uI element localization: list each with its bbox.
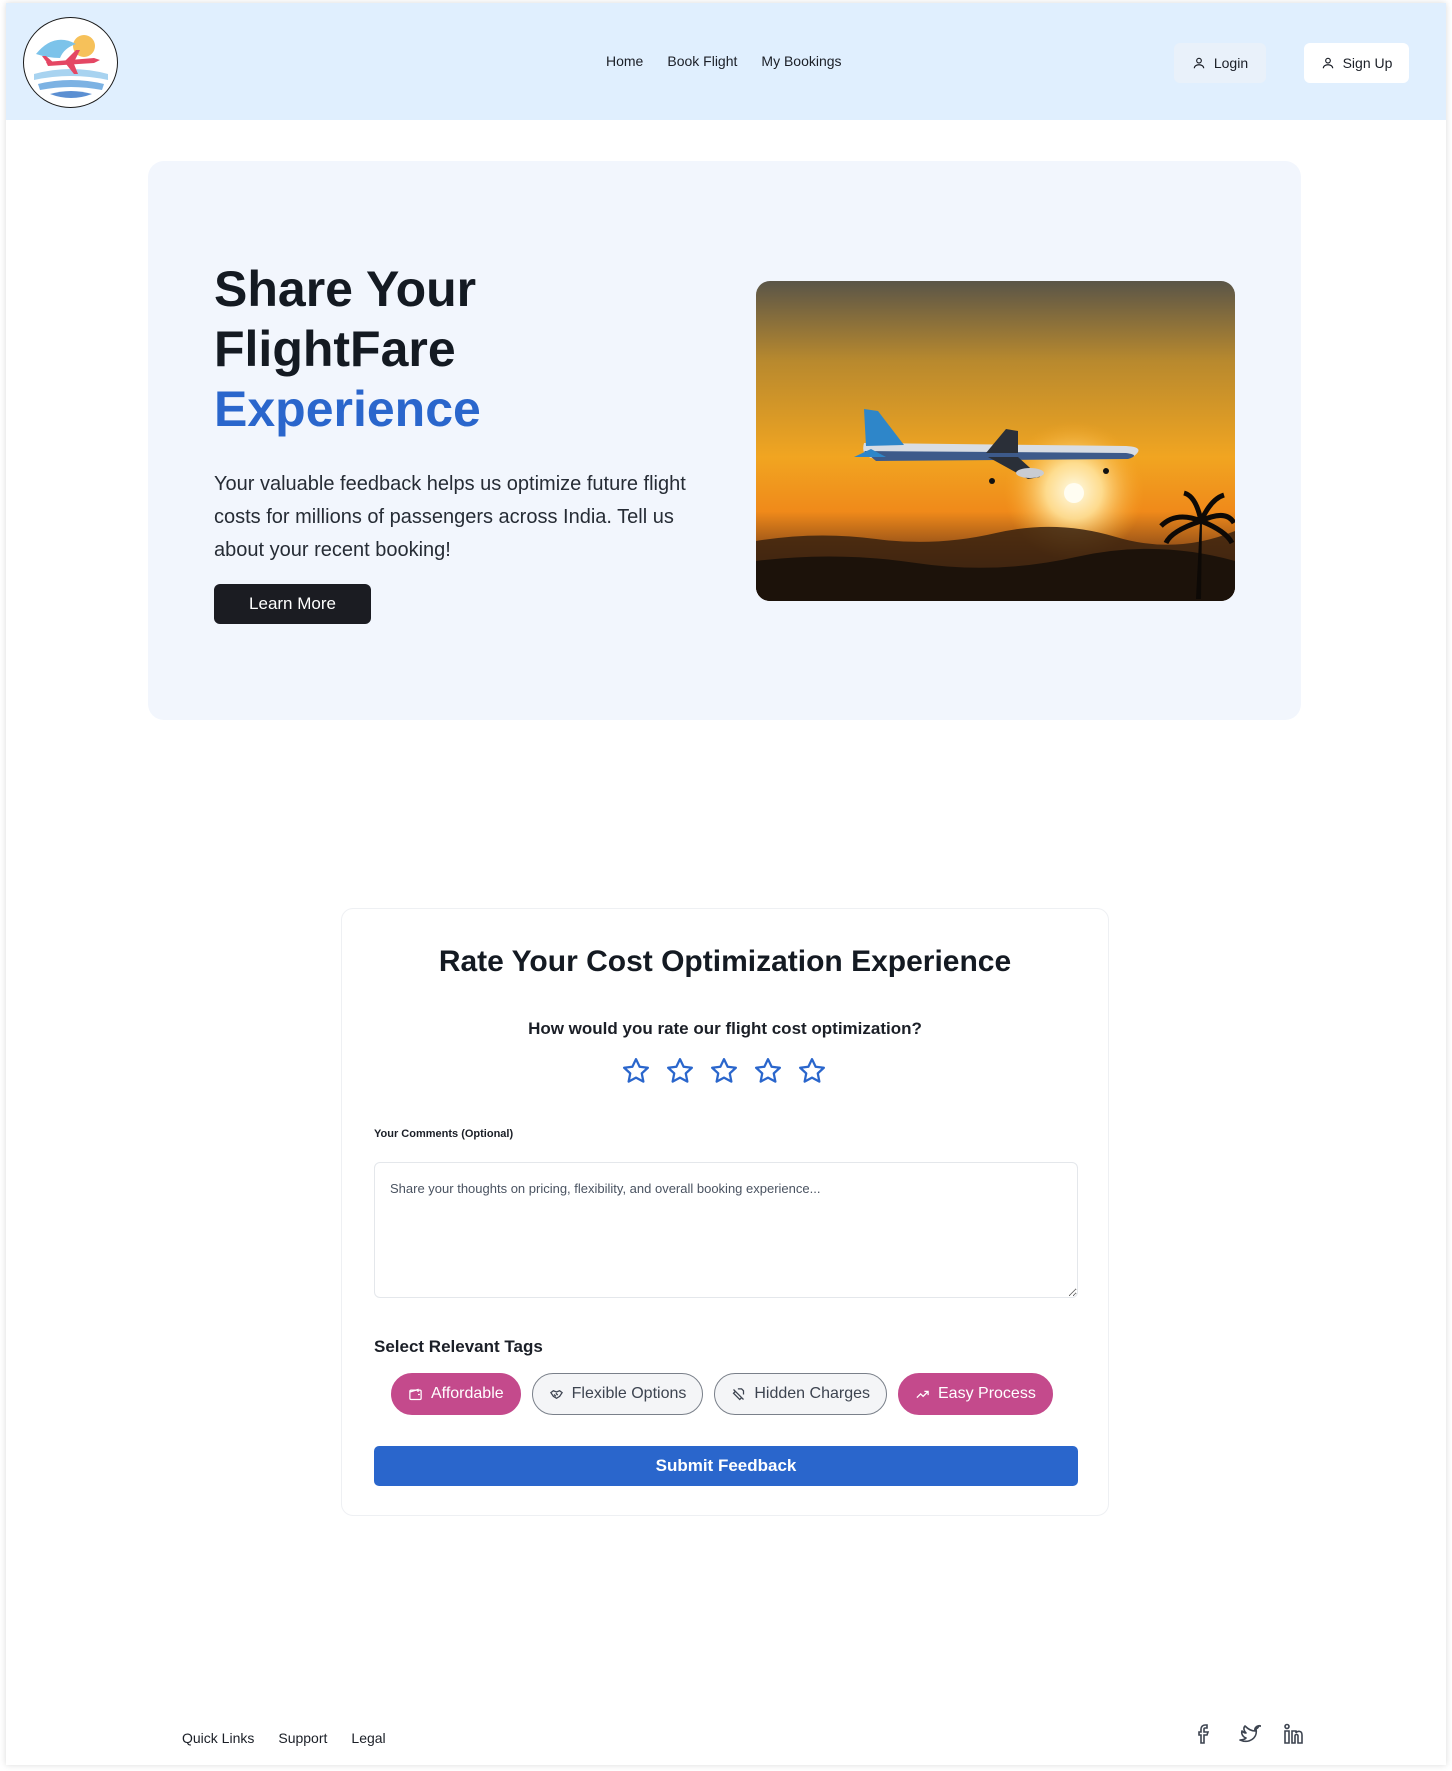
nav-book-flight[interactable]: Book Flight <box>667 53 737 69</box>
header: Home Book Flight My Bookings Login Sign … <box>6 3 1446 120</box>
footer-legal[interactable]: Legal <box>351 1730 385 1746</box>
trending-up-icon <box>916 1390 929 1398</box>
tag-label: Hidden Charges <box>754 1385 870 1402</box>
facebook-icon[interactable] <box>1193 1722 1217 1746</box>
signup-button[interactable]: Sign Up <box>1304 43 1409 83</box>
main-nav: Home Book Flight My Bookings <box>606 53 842 69</box>
rating-question: How would you rate our flight cost optim… <box>528 1019 922 1038</box>
footer-support[interactable]: Support <box>278 1730 327 1746</box>
nav-my-bookings[interactable]: My Bookings <box>761 53 841 69</box>
tag-label: Easy Process <box>938 1385 1036 1402</box>
hero-airplane-image <box>756 281 1235 601</box>
learn-more-button[interactable]: Learn More <box>214 584 371 624</box>
user-icon <box>1322 57 1333 69</box>
star-1-icon[interactable] <box>621 1056 651 1086</box>
tag-hidden-charges[interactable]: Hidden Charges <box>714 1373 887 1415</box>
linkedin-icon[interactable] <box>1281 1722 1305 1746</box>
tag-list: Affordable Flexible Options Hidden Charg… <box>391 1373 1053 1415</box>
login-label: Login <box>1213 55 1249 71</box>
tags-label: Select Relevant Tags <box>374 1337 543 1356</box>
tag-flexible-options[interactable]: Flexible Options <box>531 1373 704 1415</box>
logo[interactable] <box>23 17 118 108</box>
hero-title: Share Your FlightFare Experience <box>214 259 481 439</box>
signup-label: Sign Up <box>1342 55 1393 71</box>
star-5-icon[interactable] <box>797 1056 827 1086</box>
user-icon <box>1193 57 1205 69</box>
hero-title-line1: Share Your <box>214 261 477 317</box>
tag-label: Flexible Options <box>571 1385 687 1402</box>
star-3-icon[interactable] <box>709 1056 739 1086</box>
hidden-charges-icon <box>732 1387 745 1400</box>
login-button[interactable]: Login <box>1174 43 1266 83</box>
airline-logo-icon <box>34 35 108 98</box>
feedback-title: Rate Your Cost Optimization Experience <box>438 945 1012 978</box>
tag-label: Affordable <box>431 1385 504 1402</box>
page: Home Book Flight My Bookings Login Sign … <box>6 3 1446 1765</box>
footer-quick-links[interactable]: Quick Links <box>182 1730 254 1746</box>
star-2-icon[interactable] <box>665 1056 695 1086</box>
nav-home[interactable]: Home <box>606 53 643 69</box>
tag-easy-process[interactable]: Easy Process <box>898 1373 1053 1415</box>
hero-description: Your valuable feedback helps us optimize… <box>214 473 686 561</box>
tag-affordable[interactable]: Affordable <box>391 1373 521 1415</box>
star-rating <box>621 1056 827 1086</box>
comments-textarea[interactable] <box>374 1162 1078 1298</box>
feedback-card: Rate Your Cost Optimization Experience H… <box>341 908 1109 1516</box>
wallet-icon <box>409 1388 422 1400</box>
social-links <box>1193 1722 1305 1746</box>
submit-feedback-button[interactable]: Submit Feedback <box>374 1446 1078 1486</box>
comments-label: Your Comments (Optional) <box>374 1128 514 1140</box>
hero-section: Share Your FlightFare Experience Your va… <box>148 161 1301 720</box>
hero-title-accent: Experience <box>214 381 481 437</box>
star-4-icon[interactable] <box>753 1056 783 1086</box>
footer-links: Quick Links Support Legal <box>182 1730 386 1746</box>
twitter-icon[interactable] <box>1237 1722 1265 1746</box>
handshake-icon <box>549 1389 563 1399</box>
hero-title-line2: FlightFare <box>214 321 456 377</box>
